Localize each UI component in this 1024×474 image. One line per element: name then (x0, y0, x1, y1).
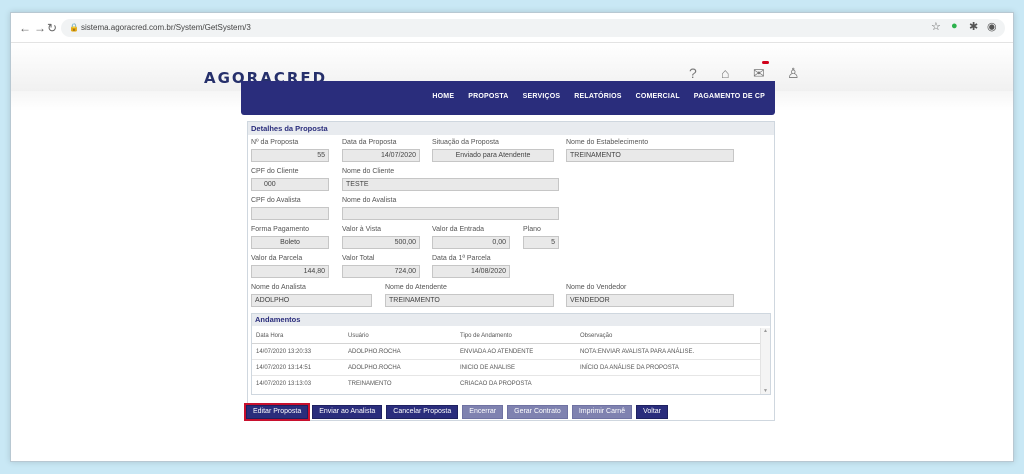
notification-badge (762, 61, 769, 64)
table-row[interactable]: 14/07/2020 13:13:03 TREINAMENTO CRIACAO … (252, 376, 760, 392)
cell-usuario: TREINAMENTO (348, 381, 392, 387)
avalista-label: Nome do Avalista (342, 197, 397, 204)
profile-icon[interactable]: ◉ (987, 20, 997, 33)
andamentos-header: Data Hora Usuário Tipo de Andamento Obse… (252, 328, 760, 344)
home-icon[interactable]: ⌂ (721, 65, 729, 81)
valor-parcela-label: Valor da Parcela (251, 255, 303, 262)
cpf-field[interactable]: 000 (251, 178, 329, 191)
data-primeira-parcela-label: Data da 1ª Parcela (432, 255, 491, 262)
nav-pagamento-cp[interactable]: PAGAMENTO DE CP (694, 93, 765, 100)
col-tipo[interactable]: Tipo de Andamento (460, 333, 512, 339)
valor-entrada-field[interactable]: 0,00 (432, 236, 510, 249)
numero-field[interactable]: 55 (251, 149, 329, 162)
valor-vista-label: Valor à Vista (342, 226, 382, 233)
cell-tipo: INICIO DE ANALISE (460, 365, 516, 371)
nav-servicos[interactable]: SERVIÇOS (523, 93, 561, 100)
valor-vista-field[interactable]: 500,00 (342, 236, 420, 249)
cell-data-hora: 14/07/2020 13:14:51 (256, 365, 312, 371)
forma-pagamento-label: Forma Pagamento (251, 226, 309, 233)
nav-relatorios[interactable]: RELATÓRIOS (574, 93, 621, 100)
imprimir-carne-button[interactable]: Imprimir Carnê (571, 405, 633, 419)
cpf-avalista-field[interactable] (251, 207, 329, 220)
enviar-analista-button[interactable]: Enviar ao Analista (312, 405, 383, 419)
valor-total-field[interactable]: 724,00 (342, 265, 420, 278)
atendente-label: Nome do Atendente (385, 284, 447, 291)
col-usuario[interactable]: Usuário (348, 333, 369, 339)
valor-entrada-label: Valor da Entrada (432, 226, 485, 233)
action-buttons: Editar Proposta Enviar ao Analista Cance… (243, 403, 669, 421)
cell-observacao: NOTA:ENVIAR AVALISTA PARA ANÁLISE. (580, 349, 695, 355)
cell-observacao: INÍCIO DA ANÁLISE DA PROPOSTA (580, 365, 679, 371)
cpf-label: CPF do Cliente (251, 168, 299, 175)
avalista-field[interactable] (342, 207, 559, 220)
andamentos-panel: Andamentos Data Hora Usuário Tipo de And… (251, 313, 771, 395)
table-row[interactable]: 14/07/2020 13:14:51 ADOLPHO.ROCHA INICIO… (252, 360, 760, 376)
analista-label: Nome do Analista (251, 284, 306, 291)
cpf-avalista-label: CPF do Avalista (251, 197, 301, 204)
plano-label: Plano (523, 226, 541, 233)
mail-icon[interactable]: ✉ (753, 65, 765, 82)
main-nav: HOME PROPOSTA SERVIÇOS RELATÓRIOS COMERC… (241, 81, 775, 115)
cell-tipo: ENVIADA AO ATENDENTE (460, 349, 534, 355)
estabelecimento-label: Nome do Estabelecimento (566, 139, 649, 146)
col-observacao[interactable]: Observação (580, 333, 612, 339)
vendedor-label: Nome do Vendedor (566, 284, 627, 291)
bookmark-star-icon[interactable]: ☆ (931, 20, 941, 33)
cell-data-hora: 14/07/2020 13:13:03 (256, 381, 312, 387)
data-field[interactable]: 14/07/2020 (342, 149, 420, 162)
scroll-up-icon[interactable]: ▲ (761, 328, 770, 334)
estabelecimento-field[interactable]: TREINAMENTO (566, 149, 734, 162)
col-data-hora[interactable]: Data Hora (256, 333, 283, 339)
forward-icon[interactable]: → (34, 21, 46, 35)
url-text: sistema.agoracred.com.br/System/GetSyste… (81, 23, 251, 32)
scroll-down-icon[interactable]: ▼ (761, 388, 770, 394)
extension-icon[interactable]: ● (951, 20, 958, 32)
browser-window: ← → ↻ 🔒 sistema.agoracred.com.br/System/… (10, 12, 1014, 462)
cell-data-hora: 14/07/2020 13:20:33 (256, 349, 312, 355)
browser-toolbar: ← → ↻ 🔒 sistema.agoracred.com.br/System/… (11, 13, 1013, 43)
vendedor-field[interactable]: VENDEDOR (566, 294, 734, 307)
valor-parcela-field[interactable]: 144,80 (251, 265, 329, 278)
nav-comercial[interactable]: COMERCIAL (636, 93, 680, 100)
plano-field[interactable]: 5 (523, 236, 559, 249)
atendente-field[interactable]: TREINAMENTO (385, 294, 554, 307)
cell-tipo: CRIACAO DA PROPOSTA (460, 381, 532, 387)
cliente-field[interactable]: TESTE (342, 178, 559, 191)
reload-icon[interactable]: ↻ (47, 21, 57, 35)
analista-field[interactable]: ADOLPHO (251, 294, 372, 307)
nav-home[interactable]: HOME (432, 93, 454, 100)
help-icon[interactable]: ? (689, 65, 697, 81)
puzzle-icon[interactable]: ✱ (969, 20, 978, 33)
editar-proposta-button[interactable]: Editar Proposta (243, 403, 311, 421)
andamentos-scrollbar[interactable]: ▲ ▼ (760, 328, 770, 394)
table-row[interactable]: 14/07/2020 13:20:33 ADOLPHO.ROCHA ENVIAD… (252, 344, 760, 360)
nav-proposta[interactable]: PROPOSTA (468, 93, 508, 100)
data-primeira-parcela-field[interactable]: 14/08/2020 (432, 265, 510, 278)
lock-icon: 🔒 (69, 23, 79, 32)
situacao-field[interactable]: Enviado para Atendente (432, 149, 554, 162)
andamentos-title: Andamentos (252, 314, 770, 326)
cliente-label: Nome do Cliente (342, 168, 395, 175)
situacao-label: Situação da Proposta (432, 139, 499, 146)
address-bar[interactable]: 🔒 sistema.agoracred.com.br/System/GetSys… (61, 19, 1005, 37)
user-icon[interactable]: ♙ (787, 65, 800, 82)
data-label: Data da Proposta (342, 139, 397, 146)
encerrar-button[interactable]: Encerrar (462, 405, 504, 419)
details-title: Detalhes da Proposta (248, 122, 774, 135)
valor-total-label: Valor Total (342, 255, 375, 262)
numero-label: Nº da Proposta (251, 139, 299, 146)
voltar-button[interactable]: Voltar (636, 405, 669, 419)
gerar-contrato-button[interactable]: Gerar Contrato (507, 405, 568, 419)
forma-pagamento-field[interactable]: Boleto (251, 236, 329, 249)
cell-usuario: ADOLPHO.ROCHA (348, 365, 401, 371)
cell-usuario: ADOLPHO.ROCHA (348, 349, 401, 355)
back-icon[interactable]: ← (19, 21, 31, 35)
cancelar-proposta-button[interactable]: Cancelar Proposta (386, 405, 459, 419)
